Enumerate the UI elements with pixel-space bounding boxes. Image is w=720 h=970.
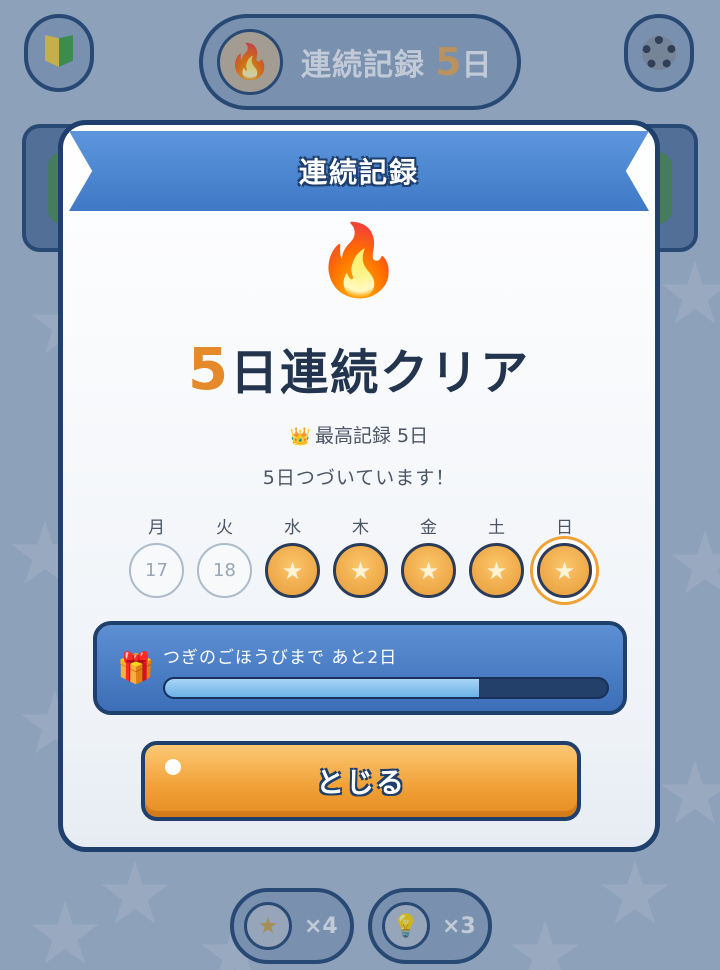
star-badge-icon: ★ <box>401 543 456 598</box>
flame-icon: 🔥 <box>315 219 403 301</box>
day-label: 土 <box>488 518 505 538</box>
modal-title-ribbon: 連続記録 <box>69 131 649 211</box>
next-reward-text: つぎのごほうびまで あと2日 <box>163 648 398 668</box>
modal-title: 連続記録 <box>298 156 419 189</box>
day-label: 水 <box>284 518 301 538</box>
day-label: 月 <box>148 518 165 538</box>
gift-icon: 🎁 <box>117 651 155 686</box>
day-tue: 火 18 <box>197 513 252 598</box>
week-calendar: 月 17 火 18 水 ★ 木 ★ 金 ★ 土 ★ 日 ★ <box>129 513 592 598</box>
star-badge-icon-today: ★ <box>537 543 592 598</box>
reward-progress-bar <box>163 677 609 699</box>
reward-progress-fill <box>165 679 479 697</box>
day-fri: 金 ★ <box>401 513 456 598</box>
best-record-text: 最高記録 5日 <box>315 425 429 447</box>
headline-number: 5 <box>187 335 231 403</box>
day-sun: 日 ★ <box>537 513 592 598</box>
day-label: 金 <box>420 518 437 538</box>
day-sat: 土 ★ <box>469 513 524 598</box>
button-shine <box>165 759 181 775</box>
close-button-label: とじる <box>315 766 406 799</box>
day-wed: 水 ★ <box>265 513 320 598</box>
day-mon: 月 17 <box>129 513 184 598</box>
streak-modal: 連続記録 🔥 5日連続クリア 👑 最高記録 5日 5日つづいています！ 月 17 … <box>58 120 660 852</box>
star-badge-icon: ★ <box>265 543 320 598</box>
streak-headline: 5日連続クリア <box>63 333 655 403</box>
next-reward-panel: 🎁 つぎのごほうびまで あと2日 <box>93 621 627 715</box>
day-label: 木 <box>352 518 369 538</box>
day-badge-missed: 18 <box>197 543 252 598</box>
crown-icon: 👑 <box>289 427 312 447</box>
day-thu: 木 ★ <box>333 513 388 598</box>
star-badge-icon: ★ <box>469 543 524 598</box>
day-label: 日 <box>556 518 573 538</box>
streak-subtitle: 5日つづいています！ <box>262 467 456 489</box>
close-button[interactable]: とじる <box>141 741 581 821</box>
day-badge-missed: 17 <box>129 543 184 598</box>
star-badge-icon: ★ <box>333 543 388 598</box>
headline-text: 日連続クリア <box>230 345 531 401</box>
day-label: 火 <box>216 518 233 538</box>
best-record: 👑 最高記録 5日 <box>63 421 655 448</box>
